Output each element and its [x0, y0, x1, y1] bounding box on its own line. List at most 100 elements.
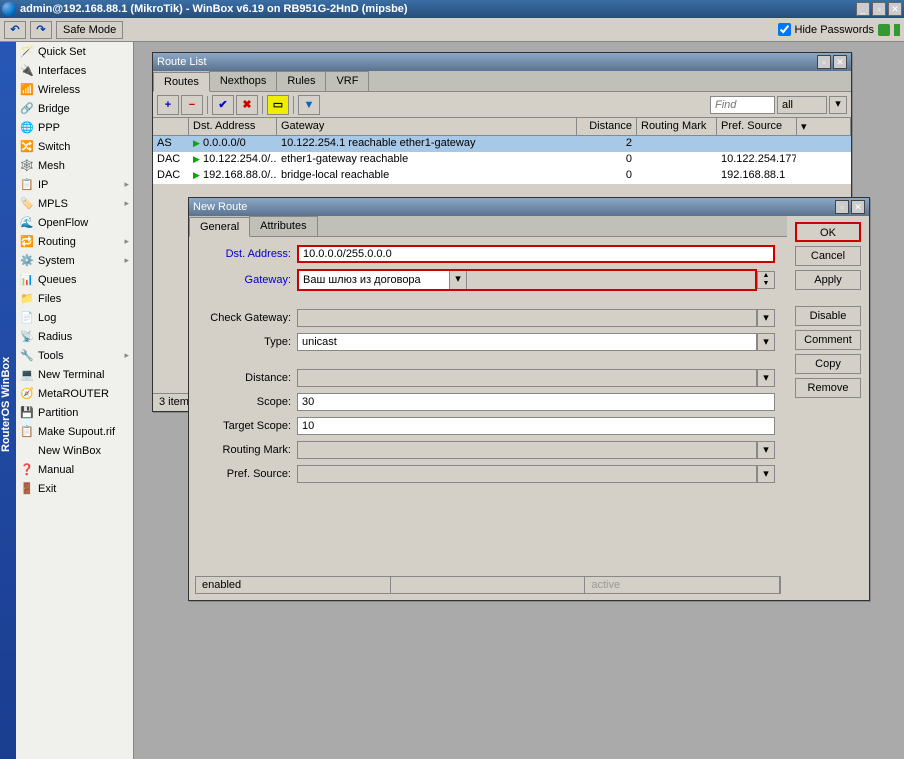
- hide-passwords-wrap[interactable]: Hide Passwords: [778, 23, 874, 36]
- type-input[interactable]: [297, 333, 757, 351]
- pref-source-expand-button[interactable]: ▾: [757, 465, 775, 483]
- mesh-icon: 🕸️: [20, 159, 34, 173]
- close-button[interactable]: ✕: [888, 2, 902, 16]
- filter-dropdown-button[interactable]: ▾: [829, 96, 847, 114]
- col-menu[interactable]: ▾: [797, 118, 851, 135]
- sidebar-item-openflow[interactable]: 🌊OpenFlow: [16, 213, 133, 232]
- disable-button[interactable]: ✖: [236, 95, 258, 115]
- bridge-icon: 🔗: [20, 102, 34, 116]
- restore-button[interactable]: ▫: [872, 2, 886, 16]
- target-scope-input[interactable]: [297, 417, 775, 435]
- remove-button[interactable]: Remove: [795, 378, 861, 398]
- safe-mode-button[interactable]: Safe Mode: [56, 21, 123, 39]
- wand-icon: 🪄: [20, 45, 34, 59]
- type-label: Type:: [201, 336, 291, 348]
- sidebar-item-partition[interactable]: 💾Partition: [16, 403, 133, 422]
- submenu-icon: ▸: [124, 236, 129, 247]
- sidebar-item-tools[interactable]: 🔧Tools▸: [16, 346, 133, 365]
- rm-label: Routing Mark:: [201, 444, 291, 456]
- remove-button[interactable]: −: [181, 95, 203, 115]
- type-dropdown-button[interactable]: ▾: [757, 333, 775, 351]
- disable-button[interactable]: Disable: [795, 306, 861, 326]
- col-ps[interactable]: Pref. Source: [717, 118, 797, 135]
- sidebar-item-files[interactable]: 📁Files: [16, 289, 133, 308]
- check-gateway-expand-button[interactable]: ▾: [757, 309, 775, 327]
- sidebar-item-queues[interactable]: 📊Queues: [16, 270, 133, 289]
- gateway-stepper[interactable]: ▲▼: [757, 271, 775, 289]
- copy-button[interactable]: Copy: [795, 354, 861, 374]
- sidebar-item-exit[interactable]: 🚪Exit: [16, 479, 133, 498]
- sidebar-item-new-winbox[interactable]: New WinBox: [16, 441, 133, 460]
- routing-mark-input[interactable]: [297, 441, 757, 459]
- new-route-restore-button[interactable]: ▫: [835, 200, 849, 214]
- redo-button[interactable]: ↷: [30, 21, 52, 39]
- sidebar-item-make-supout[interactable]: 📋Make Supout.rif: [16, 422, 133, 441]
- check-gateway-input[interactable]: [297, 309, 757, 327]
- table-row[interactable]: DAC ▶ 192.168.88.0/... bridge-local reac…: [153, 168, 851, 184]
- table-row[interactable]: DAC ▶ 10.122.254.0/... ether1-gateway re…: [153, 152, 851, 168]
- sidebar-item-bridge[interactable]: 🔗Bridge: [16, 99, 133, 118]
- route-list-titlebar[interactable]: Route List ▫ ✕: [153, 53, 851, 71]
- sidebar-item-metarouter[interactable]: 🧭MetaROUTER: [16, 384, 133, 403]
- col-rm[interactable]: Routing Mark: [637, 118, 717, 135]
- comment-button[interactable]: ▭: [267, 95, 289, 115]
- route-list-toolbar: + − ✔ ✖ ▭ ▼ all ▾: [153, 92, 851, 118]
- enable-button[interactable]: ✔: [212, 95, 234, 115]
- sidebar-item-wireless[interactable]: 📶Wireless: [16, 80, 133, 99]
- cancel-button[interactable]: Cancel: [795, 246, 861, 266]
- minimize-button[interactable]: _: [856, 2, 870, 16]
- chk-label: Check Gateway:: [201, 312, 291, 324]
- gateway-input[interactable]: [299, 271, 449, 289]
- sidebar-item-mesh[interactable]: 🕸️Mesh: [16, 156, 133, 175]
- gateway-dropdown-button[interactable]: ▾: [449, 271, 467, 289]
- col-dist[interactable]: Distance: [577, 118, 637, 135]
- distance-input[interactable]: [297, 369, 757, 387]
- undo-button[interactable]: ↶: [4, 21, 26, 39]
- routing-mark-expand-button[interactable]: ▾: [757, 441, 775, 459]
- scope-input[interactable]: [297, 393, 775, 411]
- sidebar-item-system[interactable]: ⚙️System▸: [16, 251, 133, 270]
- tab-routes[interactable]: Routes: [153, 72, 210, 92]
- sidebar-item-mpls[interactable]: 🏷️MPLS▸: [16, 194, 133, 213]
- tab-attributes[interactable]: Attributes: [249, 216, 317, 236]
- new-route-close-button[interactable]: ✕: [851, 200, 865, 214]
- sidebar-item-new-terminal[interactable]: 💻New Terminal: [16, 365, 133, 384]
- col-dst[interactable]: Dst. Address: [189, 118, 277, 135]
- sidebar-item-routing[interactable]: 🔁Routing▸: [16, 232, 133, 251]
- tab-vrf[interactable]: VRF: [325, 71, 369, 91]
- comment-button[interactable]: Comment: [795, 330, 861, 350]
- sidebar-item-interfaces[interactable]: 🔌Interfaces: [16, 61, 133, 80]
- sidebar-item-ip[interactable]: 📋IP▸: [16, 175, 133, 194]
- ip-icon: 📋: [20, 178, 34, 192]
- status-active: active: [585, 577, 780, 593]
- sidebar-item-switch[interactable]: 🔀Switch: [16, 137, 133, 156]
- sidebar-item-ppp[interactable]: 🌐PPP: [16, 118, 133, 137]
- new-route-titlebar[interactable]: New Route ▫ ✕: [189, 198, 869, 216]
- filter-all-select[interactable]: all: [777, 96, 827, 114]
- route-list-close-button[interactable]: ✕: [833, 55, 847, 69]
- submenu-icon: ▸: [124, 255, 129, 266]
- apply-button[interactable]: Apply: [795, 270, 861, 290]
- route-list-restore-button[interactable]: ▫: [817, 55, 831, 69]
- sidebar-item-log[interactable]: 📄Log: [16, 308, 133, 327]
- sidebar-item-manual[interactable]: ❓Manual: [16, 460, 133, 479]
- tab-nexthops[interactable]: Nexthops: [209, 71, 277, 91]
- pref-source-input[interactable]: [297, 465, 757, 483]
- find-input[interactable]: [710, 96, 775, 114]
- filter-button[interactable]: ▼: [298, 95, 320, 115]
- brand-strip: RouterOS WinBox: [0, 42, 16, 759]
- interfaces-icon: 🔌: [20, 64, 34, 78]
- dst-address-input[interactable]: [297, 245, 775, 263]
- tab-general[interactable]: General: [189, 217, 250, 237]
- sidebar-item-radius[interactable]: 📡Radius: [16, 327, 133, 346]
- hide-passwords-checkbox[interactable]: [778, 23, 791, 36]
- distance-expand-button[interactable]: ▾: [757, 369, 775, 387]
- new-route-form: Dst. Address: Gateway: ▾ ▲▼: [189, 237, 787, 497]
- tab-rules[interactable]: Rules: [276, 71, 326, 91]
- sidebar-item-quick-set[interactable]: 🪄Quick Set: [16, 42, 133, 61]
- table-row[interactable]: AS ▶ 0.0.0.0/0 10.122.254.1 reachable et…: [153, 136, 851, 152]
- ok-button[interactable]: OK: [795, 222, 861, 242]
- add-button[interactable]: +: [157, 95, 179, 115]
- col-gw[interactable]: Gateway: [277, 118, 577, 135]
- ps-label: Pref. Source:: [201, 468, 291, 480]
